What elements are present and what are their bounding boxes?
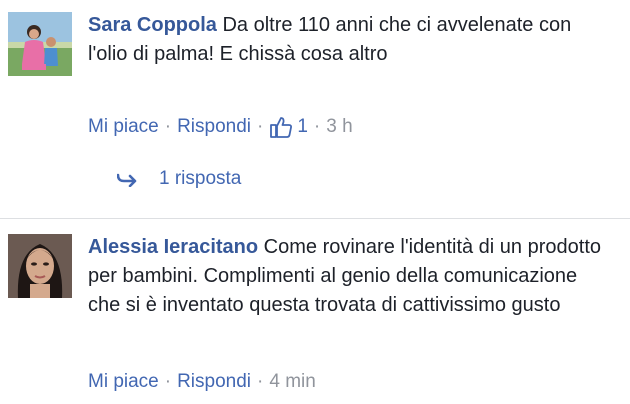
like-link[interactable]: Mi piace bbox=[88, 114, 159, 140]
comment-actions: Mi piace · Rispondi · 1 · 3 h bbox=[88, 114, 353, 140]
avatar[interactable] bbox=[8, 12, 72, 76]
comment-actions: Mi piace · Rispondi · 4 min bbox=[88, 369, 316, 395]
comment-author[interactable]: Sara Coppola bbox=[88, 14, 217, 36]
separator-dot: · bbox=[164, 116, 172, 137]
separator-dot: · bbox=[164, 371, 172, 392]
comment-time[interactable]: 4 min bbox=[269, 369, 315, 395]
like-link[interactable]: Mi piace bbox=[88, 369, 159, 395]
separator-dot: · bbox=[257, 371, 264, 392]
reply-arrow-icon bbox=[117, 173, 137, 187]
comment-item: Sara Coppola Da oltre 110 anni che ci av… bbox=[0, 0, 630, 212]
reply-link[interactable]: Rispondi bbox=[177, 114, 251, 140]
user-photo-icon bbox=[8, 234, 72, 298]
user-photo-icon bbox=[8, 12, 72, 76]
view-replies-link[interactable]: 1 risposta bbox=[117, 168, 241, 190]
comment-author[interactable]: Alessia Ieracitano bbox=[88, 236, 258, 258]
reply-link[interactable]: Rispondi bbox=[177, 369, 251, 395]
comment-time[interactable]: 3 h bbox=[326, 114, 352, 140]
separator-dot: · bbox=[313, 116, 321, 137]
thumbs-up-icon bbox=[270, 117, 293, 138]
comment-item: Alessia Ieracitano Come rovinare l'ident… bbox=[0, 219, 630, 404]
likes-count[interactable]: 1 bbox=[269, 114, 308, 140]
replies-count-label[interactable]: 1 risposta bbox=[159, 168, 241, 190]
likes-number: 1 bbox=[297, 116, 308, 137]
separator-dot: · bbox=[257, 116, 264, 137]
comment-body: Sara Coppola Da oltre 110 anni che ci av… bbox=[88, 11, 610, 69]
comment-body: Alessia Ieracitano Come rovinare l'ident… bbox=[88, 233, 610, 320]
avatar[interactable] bbox=[8, 234, 72, 298]
